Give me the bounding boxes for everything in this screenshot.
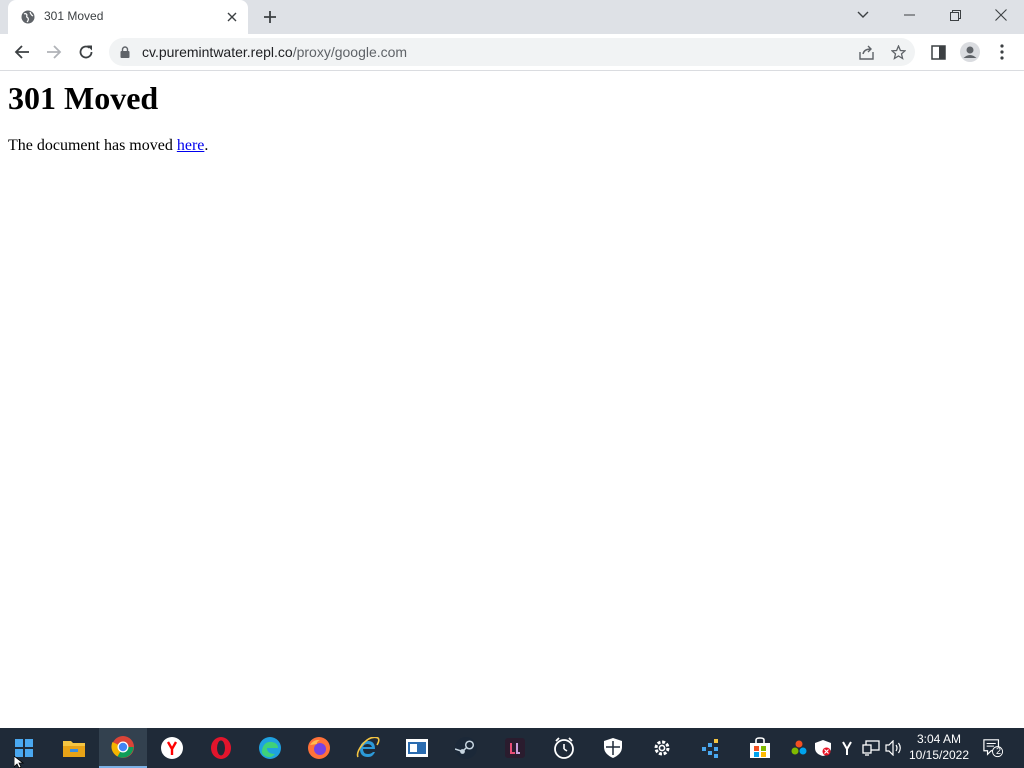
file-explorer-button[interactable] — [50, 728, 98, 768]
side-panel-icon — [930, 44, 946, 60]
message-text: The document has moved — [8, 137, 177, 154]
clock-time: 3:04 AM — [916, 732, 962, 746]
reload-icon — [79, 45, 93, 59]
steam-icon — [455, 737, 477, 759]
tab-search-button[interactable] — [840, 0, 886, 30]
start-icon — [15, 739, 33, 757]
edge-icon — [259, 737, 281, 759]
firefox-button[interactable] — [295, 728, 343, 768]
page-heading: 301 Moved — [8, 80, 159, 116]
new-tab-button[interactable] — [259, 6, 281, 28]
dots-app-button[interactable] — [687, 728, 735, 768]
yandex-tray-icon[interactable] — [837, 738, 857, 758]
color-icon[interactable] — [789, 738, 809, 758]
chevron-down-icon — [857, 11, 869, 18]
menu-button[interactable] — [988, 38, 1016, 66]
edge-button[interactable] — [246, 728, 294, 768]
notification-count: 2 — [996, 746, 1002, 756]
page-content: 301 Moved The document has moved here. — [0, 71, 1024, 728]
app-icon — [406, 739, 428, 757]
message-period: . — [204, 137, 209, 154]
star-icon[interactable] — [888, 42, 908, 62]
plus-icon — [264, 11, 276, 23]
store-button[interactable] — [736, 728, 784, 768]
chrome-icon — [111, 736, 134, 758]
menu-icon — [1000, 44, 1004, 60]
security-icon — [604, 738, 622, 758]
file-explorer-icon — [63, 741, 85, 757]
system-clock[interactable]: 3:04 AM 10/15/2022 — [905, 731, 973, 763]
url-path: /proxy/google.com — [292, 44, 408, 60]
lens-button[interactable] — [491, 728, 539, 768]
mouse-cursor-icon — [14, 756, 25, 768]
back-arrow-icon — [14, 45, 29, 59]
clock-date: 10/15/2022 — [908, 748, 970, 762]
restore-icon — [949, 9, 961, 21]
minimize-icon — [903, 14, 915, 16]
lens-icon — [505, 738, 525, 758]
back-button[interactable] — [8, 38, 36, 66]
side-panel-button[interactable] — [924, 38, 952, 66]
settings-icon — [654, 740, 670, 756]
profile-button[interactable] — [956, 38, 984, 66]
volume-icon[interactable] — [884, 738, 904, 758]
opera-button[interactable] — [197, 728, 245, 768]
clock-app-button[interactable] — [540, 728, 588, 768]
forward-arrow-icon — [47, 45, 62, 59]
window-close-button[interactable] — [978, 0, 1024, 30]
settings-button[interactable] — [638, 728, 686, 768]
address-bar[interactable]: cv.puremintwater.repl.co/proxy/google.co… — [109, 38, 915, 66]
firefox-icon — [308, 737, 330, 759]
url-text[interactable]: cv.puremintwater.repl.co/proxy/google.co… — [142, 44, 407, 60]
ie-icon — [356, 737, 380, 758]
reload-button[interactable] — [72, 38, 100, 66]
forward-button[interactable] — [40, 38, 68, 66]
restore-button[interactable] — [932, 0, 978, 30]
network-icon[interactable] — [861, 738, 881, 758]
close-icon[interactable] — [224, 9, 240, 25]
yandex-icon — [161, 737, 183, 759]
shield-tray-icon[interactable] — [813, 738, 833, 758]
lock-icon[interactable] — [119, 46, 131, 58]
chrome-button[interactable] — [99, 728, 147, 768]
security-button[interactable] — [589, 728, 637, 768]
minimize-button[interactable] — [886, 0, 932, 30]
tab-strip: 301 Moved — [0, 0, 1024, 34]
browser-toolbar: cv.puremintwater.repl.co/proxy/google.co… — [0, 34, 1024, 71]
taskbar: 3:04 AM 10/15/2022 2 — [0, 728, 1024, 768]
profile-icon — [960, 42, 980, 62]
page-message: The document has moved here. — [8, 137, 208, 155]
browser-tab[interactable]: 301 Moved — [8, 0, 248, 34]
here-link[interactable]: here — [177, 137, 205, 154]
close-icon — [995, 9, 1007, 21]
steam-button[interactable] — [442, 728, 490, 768]
store-icon — [750, 737, 770, 758]
tab-title: 301 Moved — [44, 9, 104, 23]
clock-app-icon — [554, 737, 574, 759]
ie-button[interactable] — [344, 728, 392, 768]
app-button[interactable] — [393, 728, 441, 768]
dots-app-icon — [702, 739, 718, 758]
share-icon[interactable] — [856, 42, 876, 62]
notification-center-button[interactable]: 2 — [983, 738, 1003, 758]
url-host: cv.puremintwater.repl.co — [142, 44, 293, 60]
opera-icon — [211, 737, 231, 759]
yandex-button[interactable] — [148, 728, 196, 768]
globe-icon — [21, 10, 35, 24]
